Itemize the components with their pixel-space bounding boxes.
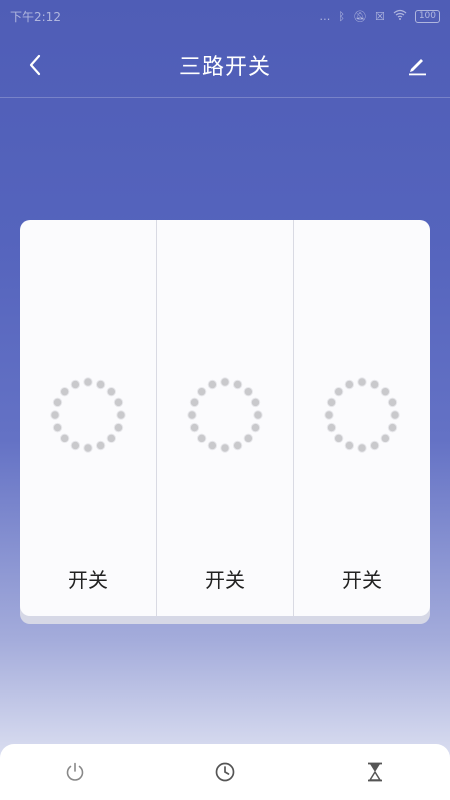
switch-gang-2[interactable]: 开关 [157,220,294,616]
bottom-nav [0,744,450,800]
status-icons: … ᛒ 🔕︎ ☒ 100 [319,9,440,23]
switch-gang-1[interactable]: 开关 [20,220,157,616]
pencil-icon [409,59,426,76]
switch-panel: 开关 开关 开关 [20,220,430,616]
edit-button[interactable] [400,46,434,84]
switch-gang-3[interactable]: 开关 [294,220,430,616]
hourglass-icon [368,762,382,782]
dotted-ring-icon [50,377,126,453]
status-bar: 下午2:12 … ᛒ 🔕︎ ☒ 100 [0,0,450,32]
dotted-ring-icon [324,377,400,453]
back-button[interactable] [18,46,52,84]
chevron-left-icon [29,54,41,76]
switch-label: 开关 [342,568,382,592]
mute-icon: 🔕︎ [352,9,367,23]
bluetooth-icon: ᛒ [338,9,345,23]
wifi-icon [393,9,407,23]
sim-icon: ☒ [374,9,385,23]
power-icon [66,762,84,781]
battery-icon: 100 [414,9,440,23]
power-button[interactable] [45,749,105,795]
page-title: 三路开关 [178,54,271,80]
dots-icon: … [319,9,331,23]
switch-label: 开关 [205,568,245,592]
timer-button[interactable] [345,749,405,795]
status-time: 下午2:12 [10,9,61,24]
switch-label: 开关 [68,568,108,592]
dotted-ring-icon [187,377,263,453]
clock-icon [215,762,235,782]
schedule-button[interactable] [195,749,255,795]
app-header: 三路开关 [0,32,450,98]
